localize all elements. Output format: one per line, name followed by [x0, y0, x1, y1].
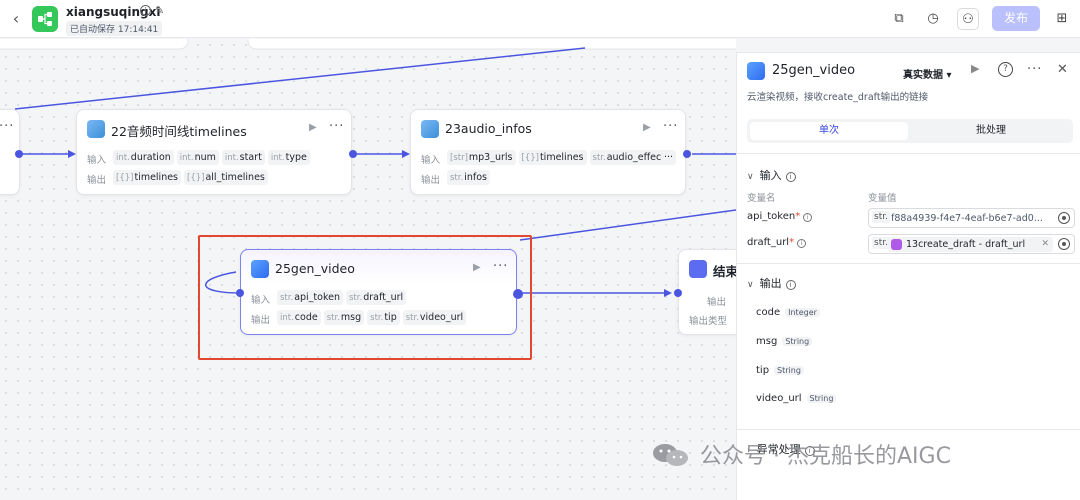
node-timelines[interactable]: 22音频时间线timelines ▶ ··· 输入 int.duration in…	[76, 109, 352, 195]
api-token-value[interactable]: f88a4939-f4e7-4eaf-b6e7-ad0...	[891, 213, 1053, 224]
autosave-status: 已自动保存 17:14:41	[66, 21, 163, 36]
wechat-logo-icon	[653, 444, 688, 466]
output-label: 输出	[421, 175, 441, 186]
output-chip: str.infos	[447, 170, 490, 185]
close-icon[interactable]: ✕	[1057, 62, 1068, 77]
output-item: tip String	[756, 365, 804, 376]
data-mode-label: 真实数据	[903, 70, 943, 81]
run-mode-tabs: 单次 批处理	[747, 119, 1073, 143]
more-icon[interactable]: ···	[663, 119, 678, 134]
output-port[interactable]	[349, 150, 357, 158]
divider	[737, 153, 1080, 154]
copy-icon[interactable]: ⧉	[888, 8, 910, 30]
input-chip: [str]mp3_urls	[447, 150, 516, 165]
play-icon[interactable]: ▶	[309, 122, 317, 133]
selection-highlight	[198, 235, 532, 360]
publish-button[interactable]: 发布	[992, 6, 1040, 31]
tab-single[interactable]: 单次	[750, 122, 908, 140]
collaborators-icon[interactable]: ⚇	[957, 8, 979, 30]
more-icon[interactable]: ···	[329, 119, 344, 134]
input-chip: [{}]timelines	[518, 150, 587, 165]
tab-batch[interactable]: 批处理	[912, 122, 1070, 140]
back-arrow-icon[interactable]: ‹	[8, 9, 24, 29]
output-label: 输出	[707, 297, 727, 308]
end-node-icon	[689, 260, 707, 278]
draft-url-field[interactable]: str. 13create_draft - draft_url ✕	[868, 234, 1075, 254]
type-tag: str.	[872, 211, 890, 223]
panel-description: 云渲染视频，接收create_draft输出的链接	[747, 92, 929, 103]
input-chip: int.start	[221, 150, 265, 165]
input-section-header[interactable]: ∨ 输入 i	[747, 167, 796, 183]
history-icon[interactable]: ◷	[922, 8, 944, 30]
input-label: 输入	[421, 155, 441, 166]
edit-icon[interactable]: ✎	[155, 4, 164, 17]
variable-picker-icon[interactable]	[1058, 212, 1070, 224]
input-chip: str.audio_effect	[589, 150, 668, 165]
data-mode-dropdown[interactable]: 真实数据 ▾	[903, 66, 952, 81]
workflow-canvas[interactable]: ··· 22音频时间线timelines ▶ ··· 输入 int.durati…	[0, 39, 736, 500]
output-chip: [{}]all_timelines	[184, 170, 268, 185]
output-item: video_url String	[756, 393, 837, 404]
param-name-api-token: api_token* i	[747, 211, 813, 222]
divider	[737, 263, 1080, 264]
info-icon: i	[797, 239, 807, 248]
output-type-label: 输出类型	[689, 316, 728, 327]
output-chip: [{}]timelines	[113, 170, 182, 185]
input-port[interactable]	[674, 289, 682, 297]
node-title: 22音频时间线timelines	[111, 124, 247, 139]
node-audio-infos[interactable]: 23audio_infos ▶ ··· 输入 [str]mp3_urls[{}]…	[410, 109, 686, 195]
output-label: 输出	[87, 175, 107, 186]
panel-title: 25gen_video	[772, 63, 856, 78]
more-icon[interactable]: ···	[1027, 62, 1042, 77]
chevron-down-icon: ∨	[747, 280, 754, 290]
output-section-header[interactable]: ∨ 输出 i	[747, 275, 796, 291]
node-config-panel: 25gen_video 真实数据 ▾ ▶ ? ··· ✕ 云渲染视频，接收cre…	[736, 52, 1080, 500]
col-header-value: 变量值	[868, 193, 897, 204]
output-port[interactable]	[15, 150, 23, 158]
top-bar: ‹ xiangsuqingxi i ✎ 已自动保存 17:14:41 ⧉ ◷ ⚇…	[0, 0, 1080, 38]
input-label: 输入	[87, 155, 107, 166]
variable-reference[interactable]: 13create_draft - draft_url ✕	[888, 237, 1053, 252]
chevron-down-icon: ∨	[747, 172, 754, 182]
variable-picker-icon[interactable]	[1058, 238, 1070, 250]
col-header-name: 变量名	[747, 193, 776, 204]
input-chip: int.num	[176, 150, 219, 165]
output-port[interactable]	[683, 150, 691, 158]
divider	[737, 429, 1080, 430]
info-icon[interactable]: i	[140, 5, 151, 16]
clear-icon[interactable]: ✕	[1041, 237, 1049, 252]
info-icon: i	[785, 280, 796, 290]
audio-node-icon	[87, 120, 105, 138]
more-icon[interactable]: ···	[0, 119, 14, 134]
node-title: 结束	[713, 264, 736, 279]
output-item: msg String	[756, 336, 813, 347]
param-name-draft-url: draft_url* i	[747, 237, 807, 248]
watermark-text: 公众号 · 杰克船长的AIGC	[700, 444, 951, 469]
video-node-icon	[747, 62, 765, 80]
play-icon[interactable]: ▶	[643, 122, 651, 133]
node-end[interactable]: 结束 输出 输出类型	[678, 249, 736, 335]
info-icon: i	[785, 172, 796, 182]
help-icon[interactable]: ?	[998, 62, 1013, 77]
audio-node-icon	[421, 120, 439, 138]
more-inputs-chip[interactable]: ···	[661, 150, 677, 165]
info-icon: i	[803, 213, 813, 222]
output-item: code Integer	[756, 307, 820, 318]
app-logo	[32, 6, 58, 32]
plugin-node-icon	[891, 239, 902, 250]
api-token-field[interactable]: str. f88a4939-f4e7-4eaf-b6e7-ad0...	[868, 208, 1075, 228]
node-title: 23audio_infos	[445, 121, 532, 136]
run-icon[interactable]: ▶	[971, 62, 979, 75]
duplicate-icon[interactable]: ⊞	[1051, 8, 1073, 30]
input-chip: int.duration	[113, 150, 174, 165]
input-chip: int.type	[267, 150, 310, 165]
